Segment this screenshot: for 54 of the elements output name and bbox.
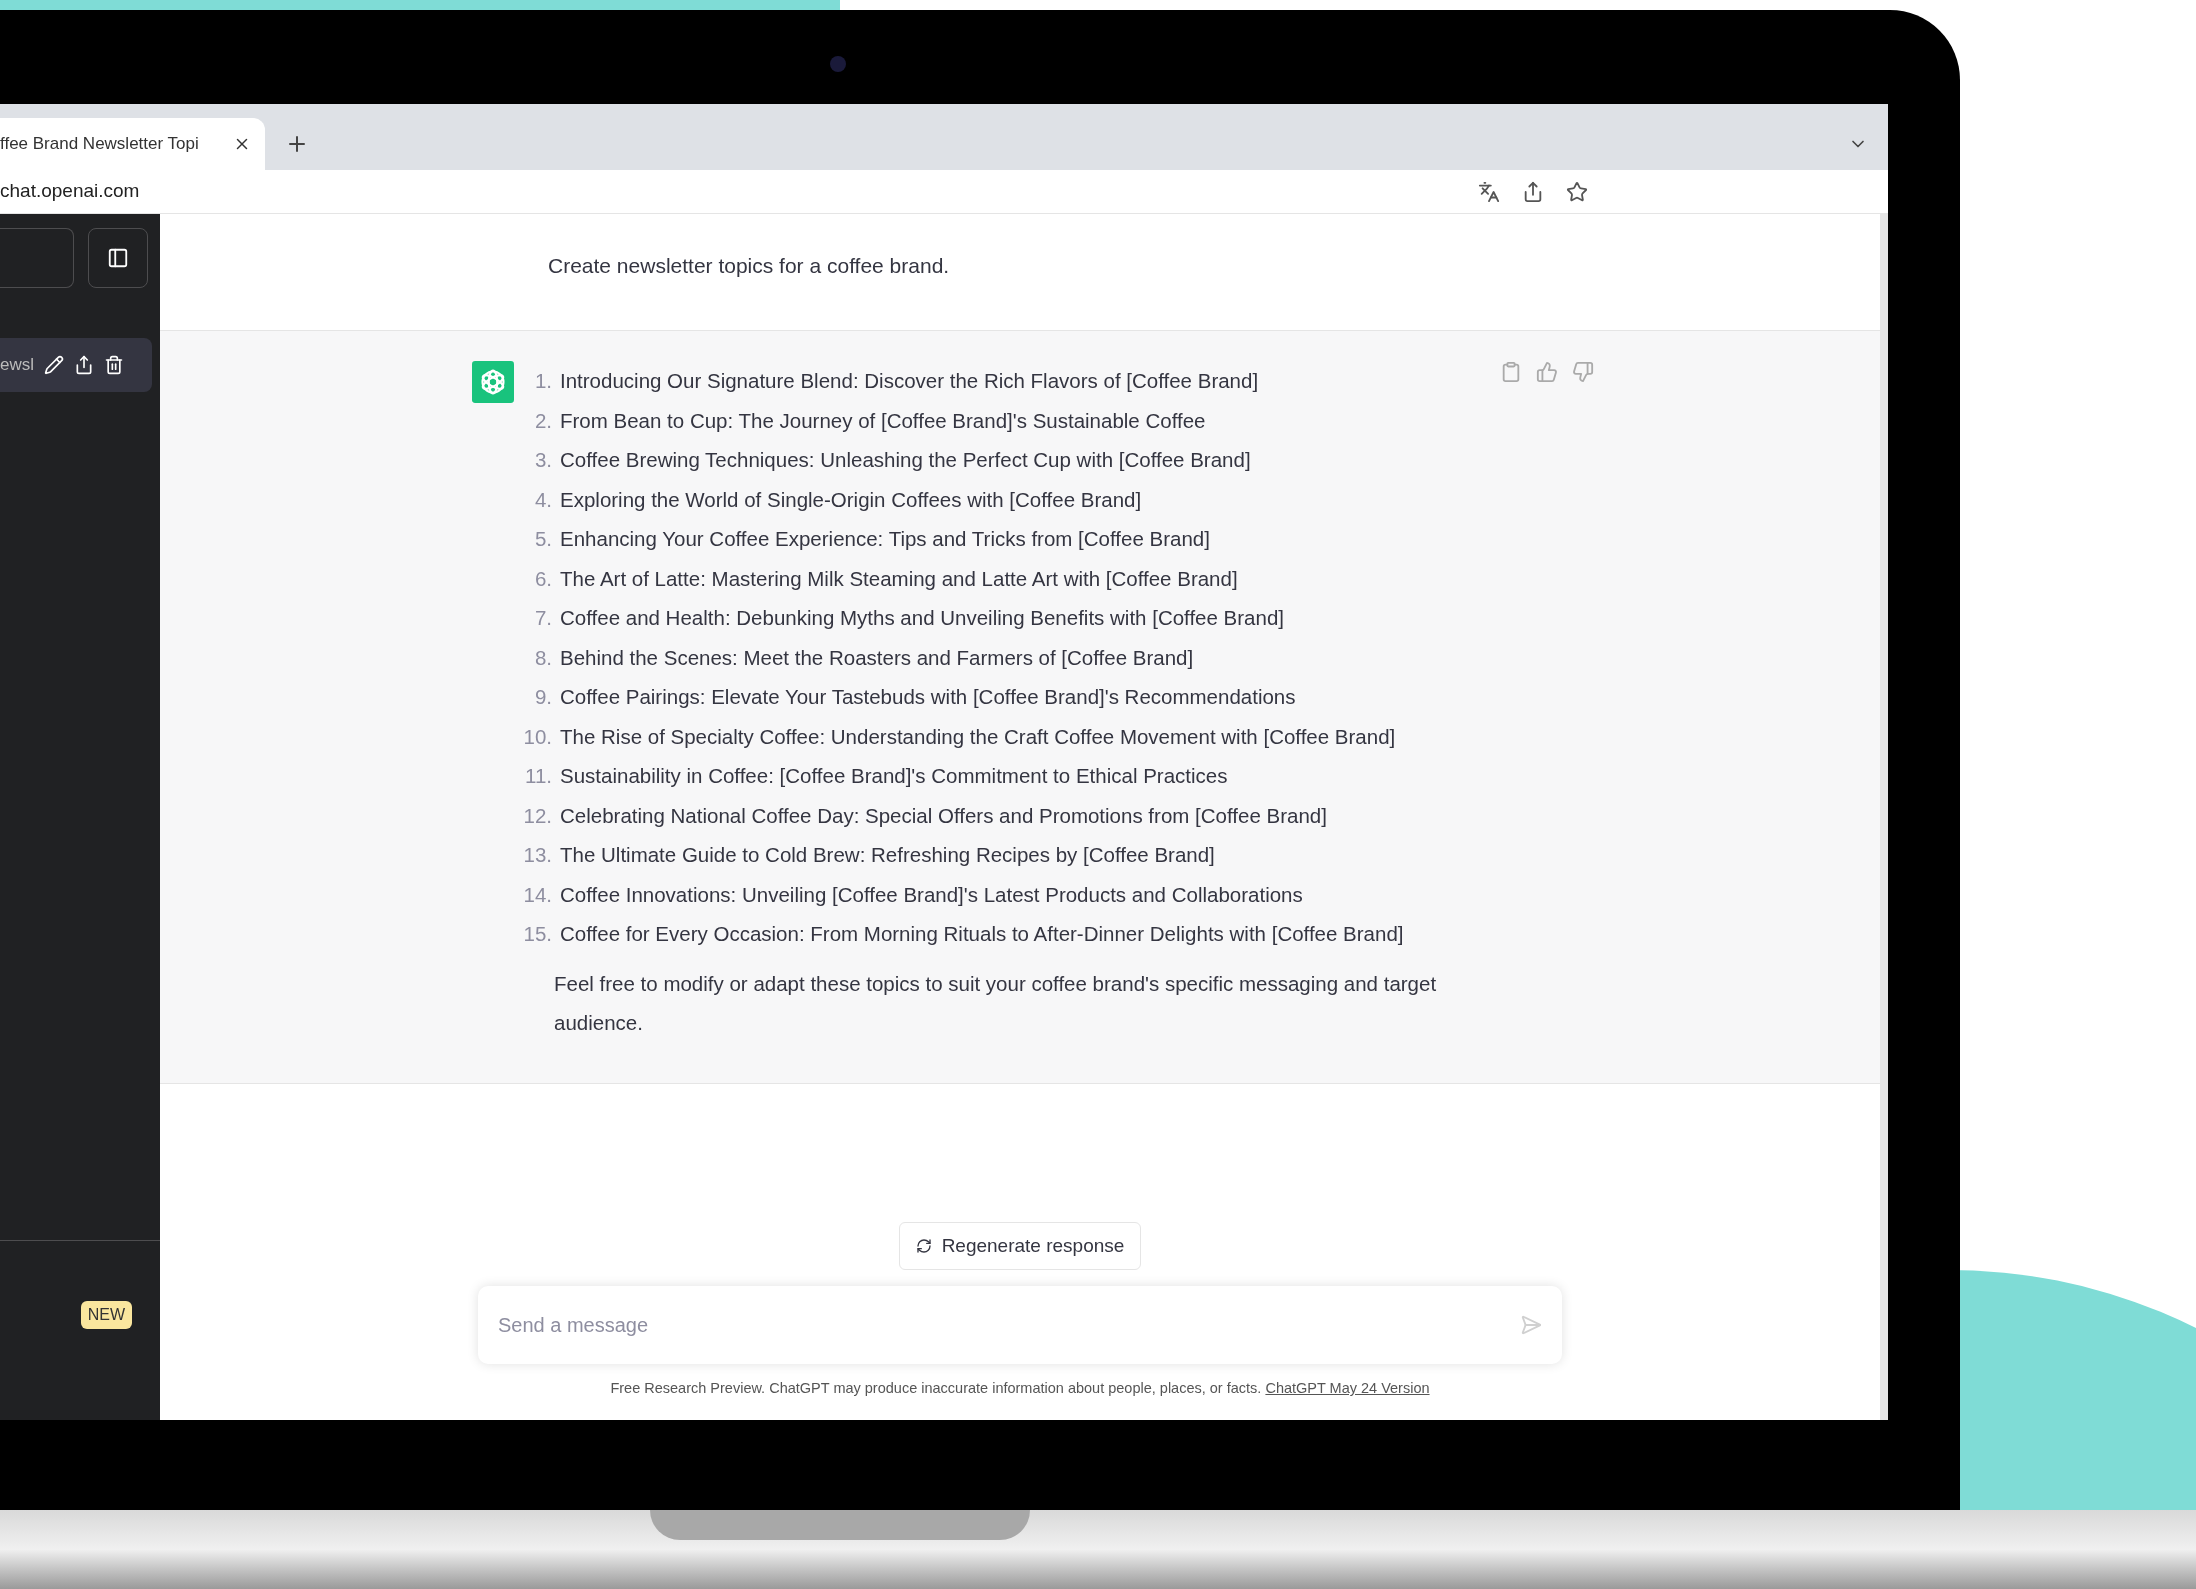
list-number: 2. — [533, 407, 552, 434]
newsletter-topic: Enhancing Your Coffee Experience: Tips and Tricks from [Coffee Brand] — [560, 526, 1210, 552]
chat-history-item[interactable]: ewsl — [0, 338, 152, 392]
list-number: 8. — [533, 644, 552, 671]
camera-icon — [830, 56, 846, 72]
assistant-avatar-icon — [472, 361, 514, 403]
newsletter-topic: Sustainability in Coffee: [Coffee Brand]'s Commitment to Ethical Practices — [560, 763, 1228, 789]
thumbs-down-icon[interactable] — [1572, 361, 1594, 383]
newsletter-topic: Exploring the World of Single-Origin Coffees with [Coffee Brand] — [560, 486, 1142, 513]
newsletter-topic: Behind the Scenes: Meet the Roasters and Farmers of [Coffee Brand] — [560, 644, 1194, 671]
newsletter-topic: Introducing Our Signature Blend: Discover the Rich Flavors of [Coffee Brand] — [560, 368, 1259, 394]
share-icon[interactable] — [1522, 180, 1544, 203]
newsletter-topic: Coffee Innovations: Unveiling [Coffee Brand]'s Latest Products and Collaborations — [560, 881, 1303, 908]
newsletter-topic: Coffee and Health: Debunking Myths and Unveiling Benefits with [Coffee Brand] — [560, 605, 1284, 631]
newsletter-topic: Celebrating National Coffee Day: Special Offers and Promotions from [Coffee Brand] — [560, 802, 1327, 829]
list-number: 13. — [522, 842, 552, 868]
panel-icon — [107, 247, 129, 269]
list-number: 7. — [533, 605, 552, 631]
share-icon[interactable] — [74, 355, 94, 375]
list-number: 10. — [522, 723, 552, 750]
newsletter-topic: The Rise of Specialty Coffee: Understanding the Craft Coffee Movement with [Coffee Brand] — [560, 723, 1396, 750]
list-number: 11. — [524, 763, 552, 789]
message-input[interactable]: Send a message — [478, 1286, 1562, 1365]
url-text: chat.openai.com — [0, 179, 140, 204]
browser-tab[interactable]: ffee Brand Newsletter Topi — [0, 118, 265, 170]
list-number: 5. — [533, 526, 552, 552]
thumbs-up-icon[interactable] — [1536, 361, 1558, 383]
newsletter-topic: From Bean to Cup: The Journey of [Coffee Brand]'s Sustainable Coffee — [560, 407, 1206, 434]
list-number: 14. — [522, 881, 552, 908]
regenerate-button[interactable]: Regenerate response — [898, 1222, 1142, 1271]
list-number: 15. — [522, 921, 552, 947]
message-field[interactable]: Send a message — [498, 1310, 1520, 1341]
closing-paragraph: Feel free to modify or adapt these topics to suit your coffee brand's specific messaging and target audience. — [554, 970, 1438, 1036]
trash-icon[interactable] — [104, 355, 124, 375]
translate-icon[interactable] — [1478, 180, 1500, 203]
user-prompt: Create newsletter topics for a coffee brand. — [548, 254, 950, 277]
star-icon[interactable] — [1566, 180, 1588, 203]
refresh-icon — [915, 1238, 932, 1255]
newsletter-topic: Coffee Pairings: Elevate Your Tastebuds with [Coffee Brand]'s Recommendations — [560, 684, 1296, 710]
newsletter-topic: The Ultimate Guide to Cold Brew: Refreshing Recipes by [Coffee Brand] — [560, 842, 1215, 868]
new-badge: NEW — [80, 1301, 132, 1329]
list-number: 6. — [533, 565, 552, 592]
list-number: 3. — [533, 447, 552, 473]
list-number: 1. — [533, 368, 552, 394]
footer-note: Free Research Preview. ChatGPT may produce inaccurate information about people, places, or facts. ChatGPT May 24 Version — [610, 1379, 1430, 1399]
list-number: 4. — [533, 486, 552, 513]
list-number: 12. — [522, 802, 552, 829]
newsletter-topic: Coffee Brewing Techniques: Unleashing the Perfect Cup with [Coffee Brand] — [560, 447, 1251, 473]
newsletter-topic: The Art of Latte: Mastering Milk Steaming and Latte Art with [Coffee Brand] — [560, 565, 1238, 592]
newsletter-topic: Coffee for Every Occasion: From Morning Rituals to After-Dinner Delights with [Coffee Brand] — [560, 921, 1404, 947]
list-number: 9. — [533, 684, 552, 710]
version-link[interactable]: ChatGPT May 24 Version — [1265, 1380, 1430, 1397]
pencil-icon[interactable] — [44, 355, 64, 375]
sidebar-toggle-button[interactable] — [88, 228, 148, 288]
